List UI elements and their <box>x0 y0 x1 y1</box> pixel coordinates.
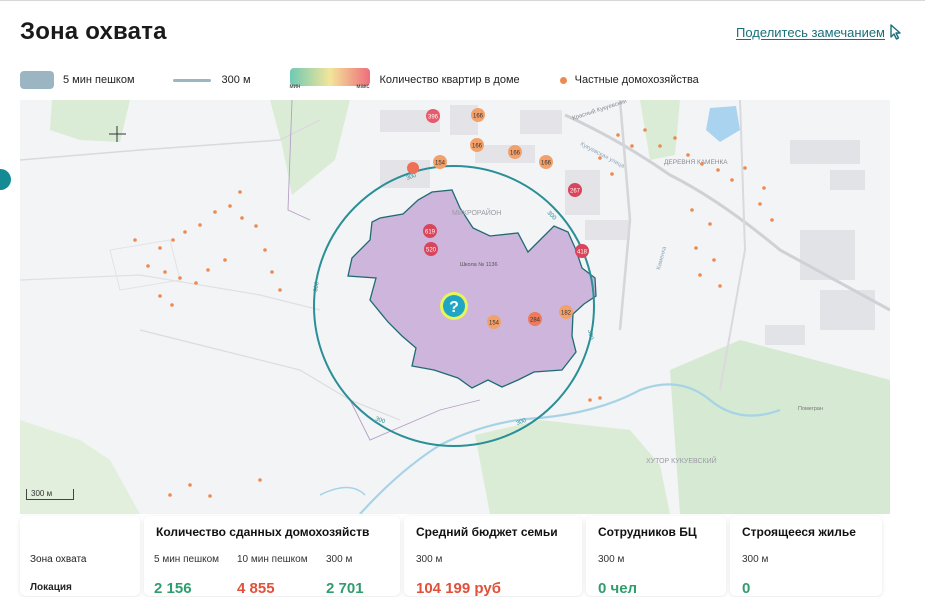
svg-text:166: 166 <box>541 161 552 167</box>
building-pin[interactable]: 267 <box>568 183 582 197</box>
employees-card: Сотрудников БЦ 300 м 0 чел <box>586 516 726 597</box>
map-scale: 300 м <box>26 489 74 500</box>
place-label: МИКРОРАЙОН <box>452 208 501 217</box>
gradient-swatch: мин макс <box>289 68 370 92</box>
building-pin[interactable] <box>407 162 419 174</box>
building-pin[interactable]: 166 <box>471 108 485 122</box>
circle-label-left: 300 <box>313 281 321 293</box>
households-val-5min: 2 156 <box>154 580 192 597</box>
households-card: Количество сданных домохозяйств 5 мин пе… <box>144 516 400 597</box>
legend-radius: 300 м <box>172 74 251 86</box>
building-pin[interactable]: 166 <box>539 155 553 169</box>
place-label: ХУТОР КУКУЕВСКИЙ <box>646 456 717 465</box>
budget-title: Средний бюджет семьи <box>416 525 558 539</box>
svg-text:619: 619 <box>425 230 436 236</box>
legend-radius-label: 300 м <box>221 74 251 86</box>
employees-sub: 300 м <box>598 554 625 565</box>
households-col-10min: 10 мин пешком <box>237 554 308 565</box>
building-pin[interactable]: 166 <box>508 145 522 159</box>
circle-label-right: 300 <box>546 210 558 222</box>
construction-value: 0 <box>742 580 751 597</box>
gradient-max: макс <box>356 84 370 90</box>
budget-sub: 300 м <box>416 554 443 565</box>
construction-sub: 300 м <box>742 554 769 565</box>
building-pin[interactable]: 396 <box>426 109 440 123</box>
cursor-icon <box>890 24 901 40</box>
construction-card: Строящееся жилье 300 м 0 <box>730 516 882 597</box>
households-val-10min: 4 855 <box>237 580 275 597</box>
building-pin[interactable]: 418 <box>575 244 589 258</box>
households-col-300m: 300 м <box>326 554 353 565</box>
legend-walk-label: 5 мин пешком <box>63 74 135 86</box>
svg-text:182: 182 <box>561 311 572 317</box>
place-label: ДЕРЕВНЯ КАМЕНКА <box>664 159 728 166</box>
stats-cards: Зона охвата Локация Количество сданных д… <box>20 516 890 597</box>
page-title: Зона охвата <box>20 18 167 45</box>
legend-walk: 5 мин пешком <box>20 71 135 89</box>
employees-title: Сотрудников БЦ <box>598 525 697 539</box>
radius-line-swatch <box>172 78 211 82</box>
gradient-min: мин <box>289 84 301 90</box>
households-val-300m: 2 701 <box>326 580 364 597</box>
share-feedback[interactable]: Поделитесь замечанием <box>736 24 903 40</box>
question-icon[interactable]: ? <box>440 292 468 320</box>
svg-text:284: 284 <box>530 318 541 324</box>
building-pin[interactable]: 154 <box>433 155 447 169</box>
place-label: Помегран <box>798 406 823 412</box>
legend-private: Частные домохозяйства <box>559 74 699 86</box>
svg-text:396: 396 <box>428 115 439 121</box>
households-title: Количество сданных домохозяйств <box>156 525 370 539</box>
labels-card: Зона охвата Локация <box>20 516 140 596</box>
walk-zone-area <box>347 189 597 389</box>
street-label: Каменка <box>656 245 668 270</box>
building-pin[interactable]: 284 <box>528 312 542 326</box>
construction-title: Строящееся жилье <box>742 525 856 539</box>
building-pin[interactable]: 520 <box>424 242 438 256</box>
households-col-5min: 5 мин пешком <box>154 554 220 565</box>
svg-text:?: ? <box>449 299 459 316</box>
side-panel-toggle[interactable] <box>0 169 11 190</box>
top-border <box>0 0 925 1</box>
legend-gradient-label: Количество квартир в доме <box>379 74 520 86</box>
legend-gradient: мин макс Количество квартир в доме <box>289 68 520 92</box>
budget-value: 104 199 руб <box>416 580 501 597</box>
building-pin[interactable]: 182 <box>559 305 573 319</box>
private-dot-swatch <box>559 76 567 84</box>
circle-label-right2: 300 <box>586 329 594 341</box>
svg-text:166: 166 <box>510 151 521 157</box>
building-pin[interactable]: 619 <box>423 224 437 238</box>
employees-value: 0 чел <box>598 580 638 597</box>
map-legend: 5 мин пешком 300 м мин макс Количество к… <box>20 68 699 92</box>
map-canvas[interactable]: 300 300 300 300 300 300 Красный Кукуевск… <box>20 100 890 514</box>
walk-zone-swatch <box>20 71 54 89</box>
coverage-map[interactable]: 300 300 300 300 300 300 Красный Кукуевск… <box>20 100 890 514</box>
label-location: Локация <box>30 582 72 593</box>
svg-text:154: 154 <box>435 161 446 167</box>
place-label: Школа № 1136 <box>460 262 498 268</box>
budget-card: Средний бюджет семьи 300 м 104 199 руб <box>404 516 582 597</box>
building-pin[interactable]: 154 <box>487 315 501 329</box>
svg-text:267: 267 <box>570 189 581 195</box>
share-feedback-link[interactable]: Поделитесь замечанием <box>736 25 885 40</box>
place-label: Красный Кукуевский <box>571 100 627 122</box>
svg-text:166: 166 <box>473 114 484 120</box>
svg-text:418: 418 <box>577 250 588 256</box>
svg-text:154: 154 <box>489 321 500 327</box>
svg-text:520: 520 <box>426 248 437 254</box>
building-pin[interactable]: 166 <box>470 138 484 152</box>
legend-private-label: Частные домохозяйства <box>574 74 699 86</box>
svg-text:166: 166 <box>472 144 483 150</box>
street-label: Кукуевская улица <box>579 141 626 170</box>
label-zone: Зона охвата <box>30 554 87 565</box>
